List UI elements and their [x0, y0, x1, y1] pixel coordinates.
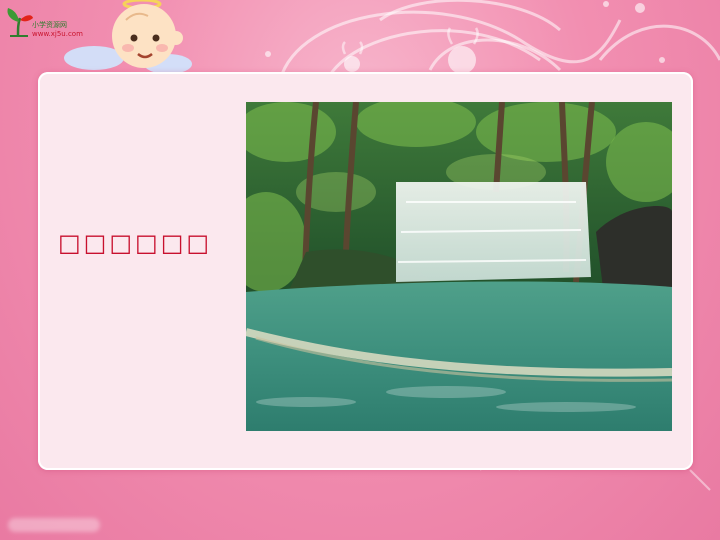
baby-angel-mascot-icon	[64, 0, 192, 74]
waterfall-in-forest-icon	[246, 102, 672, 431]
sprout-logo-icon	[7, 8, 33, 37]
slide-caption: □□□□□□	[58, 229, 213, 257]
waterfall-photo	[246, 102, 672, 431]
footer-watermark	[8, 518, 100, 532]
logo-name: 小学资源网	[32, 21, 67, 29]
